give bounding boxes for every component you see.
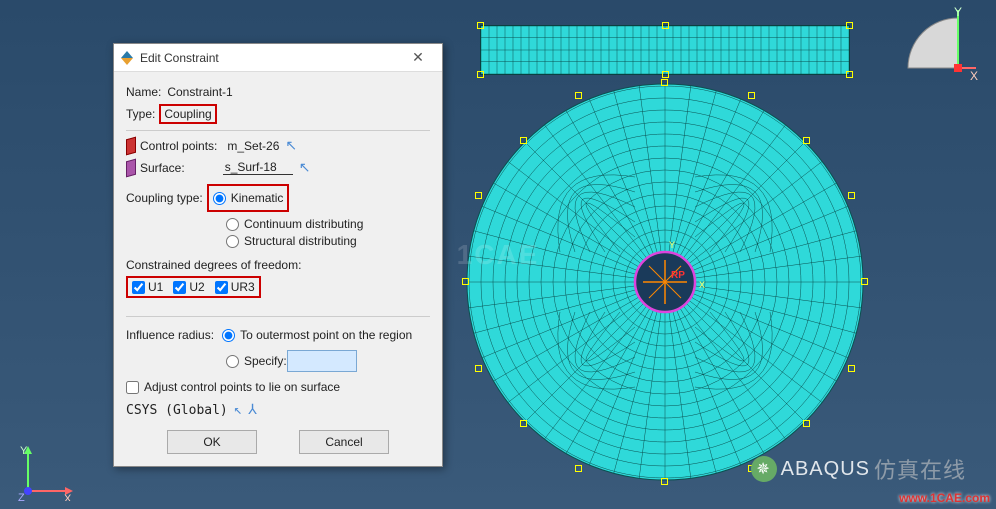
ok-button[interactable]: OK bbox=[167, 430, 257, 454]
edit-constraint-dialog: Edit Constraint ✕ Name: Constraint-1 Typ… bbox=[113, 43, 443, 467]
mesh-disc: RP Y X bbox=[465, 82, 865, 482]
selection-handle[interactable] bbox=[748, 92, 755, 99]
control-points-value: m_Set-26 bbox=[227, 139, 279, 153]
coordinate-triad: Y X Z bbox=[18, 446, 73, 501]
surface-value: s_Surf-18 bbox=[223, 160, 293, 175]
radio-continuum[interactable]: Continuum distributing bbox=[226, 217, 430, 231]
check-ur3[interactable]: UR3 bbox=[215, 280, 255, 294]
app-icon bbox=[120, 51, 134, 65]
radio-specify[interactable]: Specify: bbox=[226, 354, 287, 368]
selection-handle[interactable] bbox=[848, 192, 855, 199]
coupling-type-label: Coupling type: bbox=[126, 191, 203, 205]
close-button[interactable]: ✕ bbox=[400, 47, 436, 69]
radio-specify-input[interactable] bbox=[226, 355, 239, 368]
radio-structural[interactable]: Structural distributing bbox=[226, 234, 430, 248]
check-u2[interactable]: U2 bbox=[173, 280, 204, 294]
surface-icon bbox=[126, 158, 136, 177]
radio-continuum-input[interactable] bbox=[226, 218, 239, 231]
orientation-triad[interactable]: Y X bbox=[898, 8, 978, 88]
dialog-titlebar[interactable]: Edit Constraint ✕ bbox=[114, 44, 442, 72]
radio-specify-label: Specify: bbox=[244, 354, 287, 368]
radio-outermost-input[interactable] bbox=[222, 329, 235, 342]
radio-kinematic[interactable]: Kinematic bbox=[213, 191, 284, 205]
selection-handle[interactable] bbox=[662, 22, 669, 29]
dialog-title: Edit Constraint bbox=[140, 51, 400, 65]
check-ur3-label: UR3 bbox=[231, 280, 255, 294]
selection-handle[interactable] bbox=[477, 71, 484, 78]
selection-handle[interactable] bbox=[477, 22, 484, 29]
selection-handle[interactable] bbox=[861, 278, 868, 285]
check-ur3-input[interactable] bbox=[215, 281, 228, 294]
check-u1[interactable]: U1 bbox=[132, 280, 163, 294]
cancel-button[interactable]: Cancel bbox=[299, 430, 389, 454]
selection-handle[interactable] bbox=[475, 192, 482, 199]
wechat-icon: ✵ bbox=[751, 456, 777, 482]
radio-outermost-label: To outermost point on the region bbox=[240, 328, 412, 342]
constrained-dof-label: Constrained degrees of freedom: bbox=[126, 258, 430, 272]
check-u2-label: U2 bbox=[189, 280, 204, 294]
watermark-url: www.1CAE.com bbox=[899, 491, 990, 505]
svg-text:Y: Y bbox=[669, 240, 675, 250]
radio-continuum-label: Continuum distributing bbox=[244, 217, 363, 231]
radio-structural-input[interactable] bbox=[226, 235, 239, 248]
surface-label: Surface: bbox=[140, 161, 185, 175]
adjust-checkbox[interactable]: Adjust control points to lie on surface bbox=[126, 380, 430, 394]
adjust-checkbox-input[interactable] bbox=[126, 381, 139, 394]
check-u2-input[interactable] bbox=[173, 281, 186, 294]
watermark-abaqus: ✵ ABAQUS 仿真在线 bbox=[751, 453, 966, 485]
selection-handle[interactable] bbox=[520, 137, 527, 144]
rp-label: RP bbox=[671, 270, 685, 281]
adjust-label: Adjust control points to lie on surface bbox=[144, 380, 340, 394]
check-u1-input[interactable] bbox=[132, 281, 145, 294]
name-label: Name: bbox=[126, 85, 161, 99]
selection-handle[interactable] bbox=[575, 465, 582, 472]
selection-handle[interactable] bbox=[462, 278, 469, 285]
pick-icon[interactable]: ↖ bbox=[234, 402, 242, 418]
abaqus-cn-text: 仿真在线 bbox=[874, 453, 966, 485]
csys-triad-icon[interactable]: ⅄ bbox=[248, 402, 257, 418]
pick-icon[interactable]: ↖ bbox=[299, 159, 311, 176]
dof-highlight: U1 U2 UR3 bbox=[126, 276, 261, 298]
axis-x-label: X bbox=[64, 493, 72, 501]
mesh-beam bbox=[480, 25, 850, 75]
selection-handle[interactable] bbox=[661, 79, 668, 86]
csys-label: CSYS (Global) bbox=[126, 403, 228, 418]
kinematic-highlight: Kinematic bbox=[207, 184, 290, 212]
selection-handle[interactable] bbox=[803, 420, 810, 427]
pick-icon[interactable]: ↖ bbox=[285, 137, 297, 154]
axis-y-label: Y bbox=[954, 5, 962, 19]
selection-handle[interactable] bbox=[846, 71, 853, 78]
check-u1-label: U1 bbox=[148, 280, 163, 294]
selection-handle[interactable] bbox=[661, 478, 668, 485]
control-points-icon bbox=[126, 136, 136, 155]
selection-handle[interactable] bbox=[520, 420, 527, 427]
selection-handle[interactable] bbox=[662, 71, 669, 78]
axis-y-label: Y bbox=[20, 446, 28, 457]
axis-z-label: Z bbox=[18, 492, 25, 501]
selection-handle[interactable] bbox=[575, 92, 582, 99]
radio-structural-label: Structural distributing bbox=[244, 234, 357, 248]
specify-input[interactable] bbox=[287, 350, 357, 372]
abaqus-text: ABAQUS bbox=[781, 458, 870, 481]
svg-text:X: X bbox=[699, 280, 705, 290]
watermark-center: 1CAE bbox=[457, 239, 540, 271]
axis-x-label: X bbox=[970, 69, 978, 83]
radio-outermost[interactable]: To outermost point on the region bbox=[222, 328, 412, 342]
type-value-highlight: Coupling bbox=[159, 104, 216, 124]
influence-label: Influence radius: bbox=[126, 328, 214, 342]
selection-handle[interactable] bbox=[803, 137, 810, 144]
radio-kinematic-input[interactable] bbox=[213, 192, 226, 205]
selection-handle[interactable] bbox=[846, 22, 853, 29]
radio-kinematic-label: Kinematic bbox=[231, 191, 284, 205]
type-label: Type: bbox=[126, 107, 155, 121]
type-value: Coupling bbox=[164, 107, 211, 121]
name-value: Constraint-1 bbox=[167, 85, 232, 99]
selection-handle[interactable] bbox=[475, 365, 482, 372]
selection-handle[interactable] bbox=[848, 365, 855, 372]
control-points-label: Control points: bbox=[140, 139, 217, 153]
